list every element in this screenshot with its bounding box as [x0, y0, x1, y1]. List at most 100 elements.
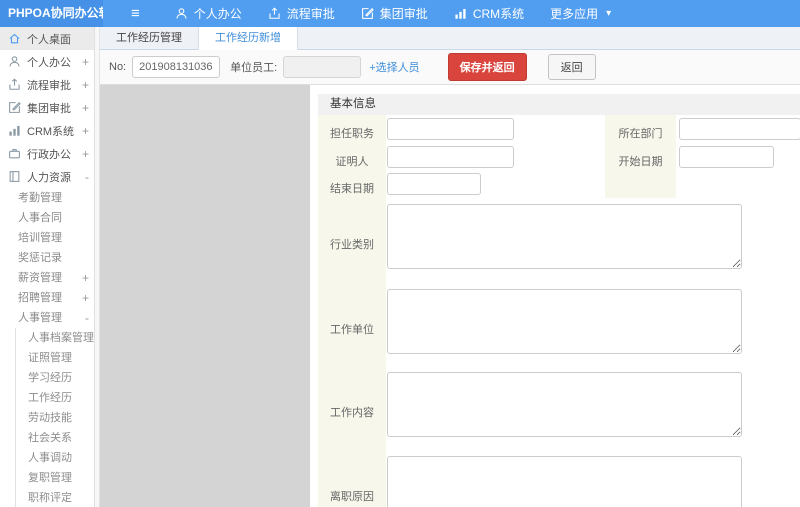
- sidebar-item-attendance[interactable]: 考勤管理: [0, 188, 99, 208]
- certifier-input[interactable]: [387, 146, 514, 168]
- sidebar-item-hr[interactable]: 人力资源 -: [0, 165, 99, 188]
- chart-icon: [8, 124, 21, 137]
- company-label: 工作单位: [330, 324, 374, 336]
- work-content-label: 工作内容: [330, 407, 374, 419]
- sidebar-item-rewards[interactable]: 奖惩记录: [0, 248, 99, 268]
- industry-textarea[interactable]: [387, 204, 742, 269]
- sidebar-item-social-relations[interactable]: 社会关系: [16, 428, 99, 448]
- expand-mark: +: [81, 271, 89, 285]
- sidebar-item-personnel-manage[interactable]: 人事管理 -: [0, 308, 99, 328]
- book-icon: [8, 170, 21, 183]
- nav-label: 更多应用: [550, 7, 599, 21]
- start-date-input[interactable]: [679, 146, 774, 168]
- process-icon: [268, 7, 281, 20]
- employee-input[interactable]: [283, 56, 362, 78]
- expand-mark: +: [81, 123, 89, 138]
- sidebar-item-work-history[interactable]: 工作经历: [16, 388, 99, 408]
- industry-label: 行业类别: [330, 239, 374, 251]
- department-input[interactable]: [679, 118, 800, 140]
- user-icon: [8, 55, 21, 68]
- edit-icon: [8, 101, 21, 114]
- nav-label: 流程审批: [286, 7, 335, 21]
- sidebar-item-certificates[interactable]: 证照管理: [16, 348, 99, 368]
- form-panel: 基本信息 担任职务 所在部门 证明人 开始日期 结束日期 行业类别 工作单位 工…: [310, 85, 800, 507]
- leave-reason-textarea[interactable]: [387, 456, 742, 507]
- sidebar-item-education-history[interactable]: 学习经历: [16, 368, 99, 388]
- home-icon: [8, 32, 21, 45]
- sidebar-item-label: 证照管理: [28, 352, 72, 364]
- sidebar-item-label: 流程审批: [27, 79, 71, 92]
- sidebar-item-personal-desktop[interactable]: 个人桌面: [0, 27, 99, 50]
- sidebar-item-training[interactable]: 培训管理: [0, 228, 99, 248]
- sidebar-item-label: 招聘管理: [18, 292, 62, 304]
- topbar: PHPOA协同办公软件 ≡ 个人办公 流程审批 集团审批 CRM系统 更多应用 …: [0, 0, 800, 27]
- save-and-return-button[interactable]: 保存并返回: [447, 53, 527, 81]
- menu-toggle-icon[interactable]: ≡: [131, 5, 140, 22]
- sidebar-item-admin-office[interactable]: 行政办公 +: [0, 142, 99, 165]
- sidebar-item-label: 人事管理: [18, 312, 62, 324]
- sidebar-item-label: 人力资源: [27, 171, 71, 184]
- sidebar-item-hr-contract[interactable]: 人事合同: [0, 208, 99, 228]
- sidebar-item-title-evaluation[interactable]: 职称评定: [16, 488, 99, 507]
- no-input[interactable]: [132, 56, 221, 78]
- start-date-label: 开始日期: [618, 156, 663, 168]
- user-icon: [175, 7, 188, 20]
- nav-personal-office[interactable]: 个人办公: [162, 0, 255, 27]
- sidebar-scrollbar[interactable]: [94, 27, 99, 507]
- sidebar-item-group-approval[interactable]: 集团审批 +: [0, 96, 99, 119]
- app-window: PHPOA协同办公软件 ≡ 个人办公 流程审批 集团审批 CRM系统 更多应用 …: [0, 0, 800, 507]
- label-column-left: [318, 115, 386, 507]
- tab-label: 工作经历新增: [215, 32, 281, 44]
- end-date-input[interactable]: [387, 173, 481, 195]
- sidebar-item-label: 考勤管理: [18, 192, 62, 204]
- expand-mark: +: [81, 146, 89, 161]
- employee-label: 单位员工:: [230, 62, 278, 74]
- sidebar-item-label: 培训管理: [18, 232, 62, 244]
- sidebar-item-personnel-transfer[interactable]: 人事调动: [16, 448, 99, 468]
- sidebar-item-personal-office[interactable]: 个人办公 +: [0, 50, 99, 73]
- personnel-submenu: 人事档案管理 证照管理 学习经历 工作经历 劳动技能 社会关系 人事调动 复职管…: [15, 328, 99, 507]
- nav-label: CRM系统: [472, 7, 525, 21]
- sidebar-item-label: 集团审批: [27, 102, 71, 115]
- sidebar-item-personnel-files[interactable]: 人事档案管理: [16, 328, 99, 348]
- certifier-label: 证明人: [335, 156, 369, 168]
- chart-icon: [454, 7, 467, 20]
- department-label: 所在部门: [618, 128, 663, 140]
- sidebar-item-recruitment[interactable]: 招聘管理 +: [0, 288, 99, 308]
- sidebar-item-label: 人事档案管理: [28, 332, 94, 344]
- sidebar-item-label: 人事调动: [28, 452, 72, 464]
- expand-mark: +: [81, 291, 89, 305]
- caret-down-icon: ▾: [606, 8, 612, 19]
- sidebar-item-label: 奖惩记录: [18, 252, 62, 264]
- tab-work-history-manage[interactable]: 工作经历管理: [100, 27, 199, 50]
- end-date-label: 结束日期: [330, 183, 374, 195]
- app-logo: PHPOA协同办公软件: [0, 0, 103, 27]
- work-content-textarea[interactable]: [387, 372, 742, 437]
- section-title: 基本信息: [318, 94, 800, 115]
- nav-label: 个人办公: [193, 7, 242, 21]
- sidebar-item-label: 复职管理: [28, 472, 72, 484]
- sidebar-item-process-approval[interactable]: 流程审批 +: [0, 73, 99, 96]
- process-icon: [8, 78, 21, 91]
- position-input[interactable]: [387, 118, 514, 140]
- nav-more-apps[interactable]: 更多应用 ▾: [537, 0, 624, 27]
- return-button[interactable]: 返回: [547, 54, 596, 80]
- sidebar-item-label: 劳动技能: [28, 412, 72, 424]
- select-person-link[interactable]: +选择人员: [369, 59, 419, 75]
- sidebar-item-label: 学习经历: [28, 372, 72, 384]
- nav-process-approval[interactable]: 流程审批: [255, 0, 348, 27]
- nav-group-approval[interactable]: 集团审批: [348, 0, 441, 27]
- sidebar-item-crm[interactable]: CRM系统 +: [0, 119, 99, 142]
- tab-work-history-new[interactable]: 工作经历新增: [199, 27, 298, 50]
- form-toolbar: No: 单位员工: +选择人员 保存并返回 返回: [100, 50, 800, 85]
- leave-reason-label: 离职原因: [330, 491, 374, 503]
- sidebar: 个人桌面 个人办公 + 流程审批 + 集团审批 + CRM系统 + 行政办公 +: [0, 27, 100, 507]
- sidebar-item-reinstatement[interactable]: 复职管理: [16, 468, 99, 488]
- expand-mark: +: [81, 54, 89, 69]
- tab-label: 工作经历管理: [116, 32, 182, 44]
- sidebar-item-salary[interactable]: 薪资管理 +: [0, 268, 99, 288]
- expand-mark: +: [81, 77, 89, 92]
- sidebar-item-labor-skills[interactable]: 劳动技能: [16, 408, 99, 428]
- company-textarea[interactable]: [387, 289, 742, 354]
- nav-crm[interactable]: CRM系统: [441, 0, 537, 27]
